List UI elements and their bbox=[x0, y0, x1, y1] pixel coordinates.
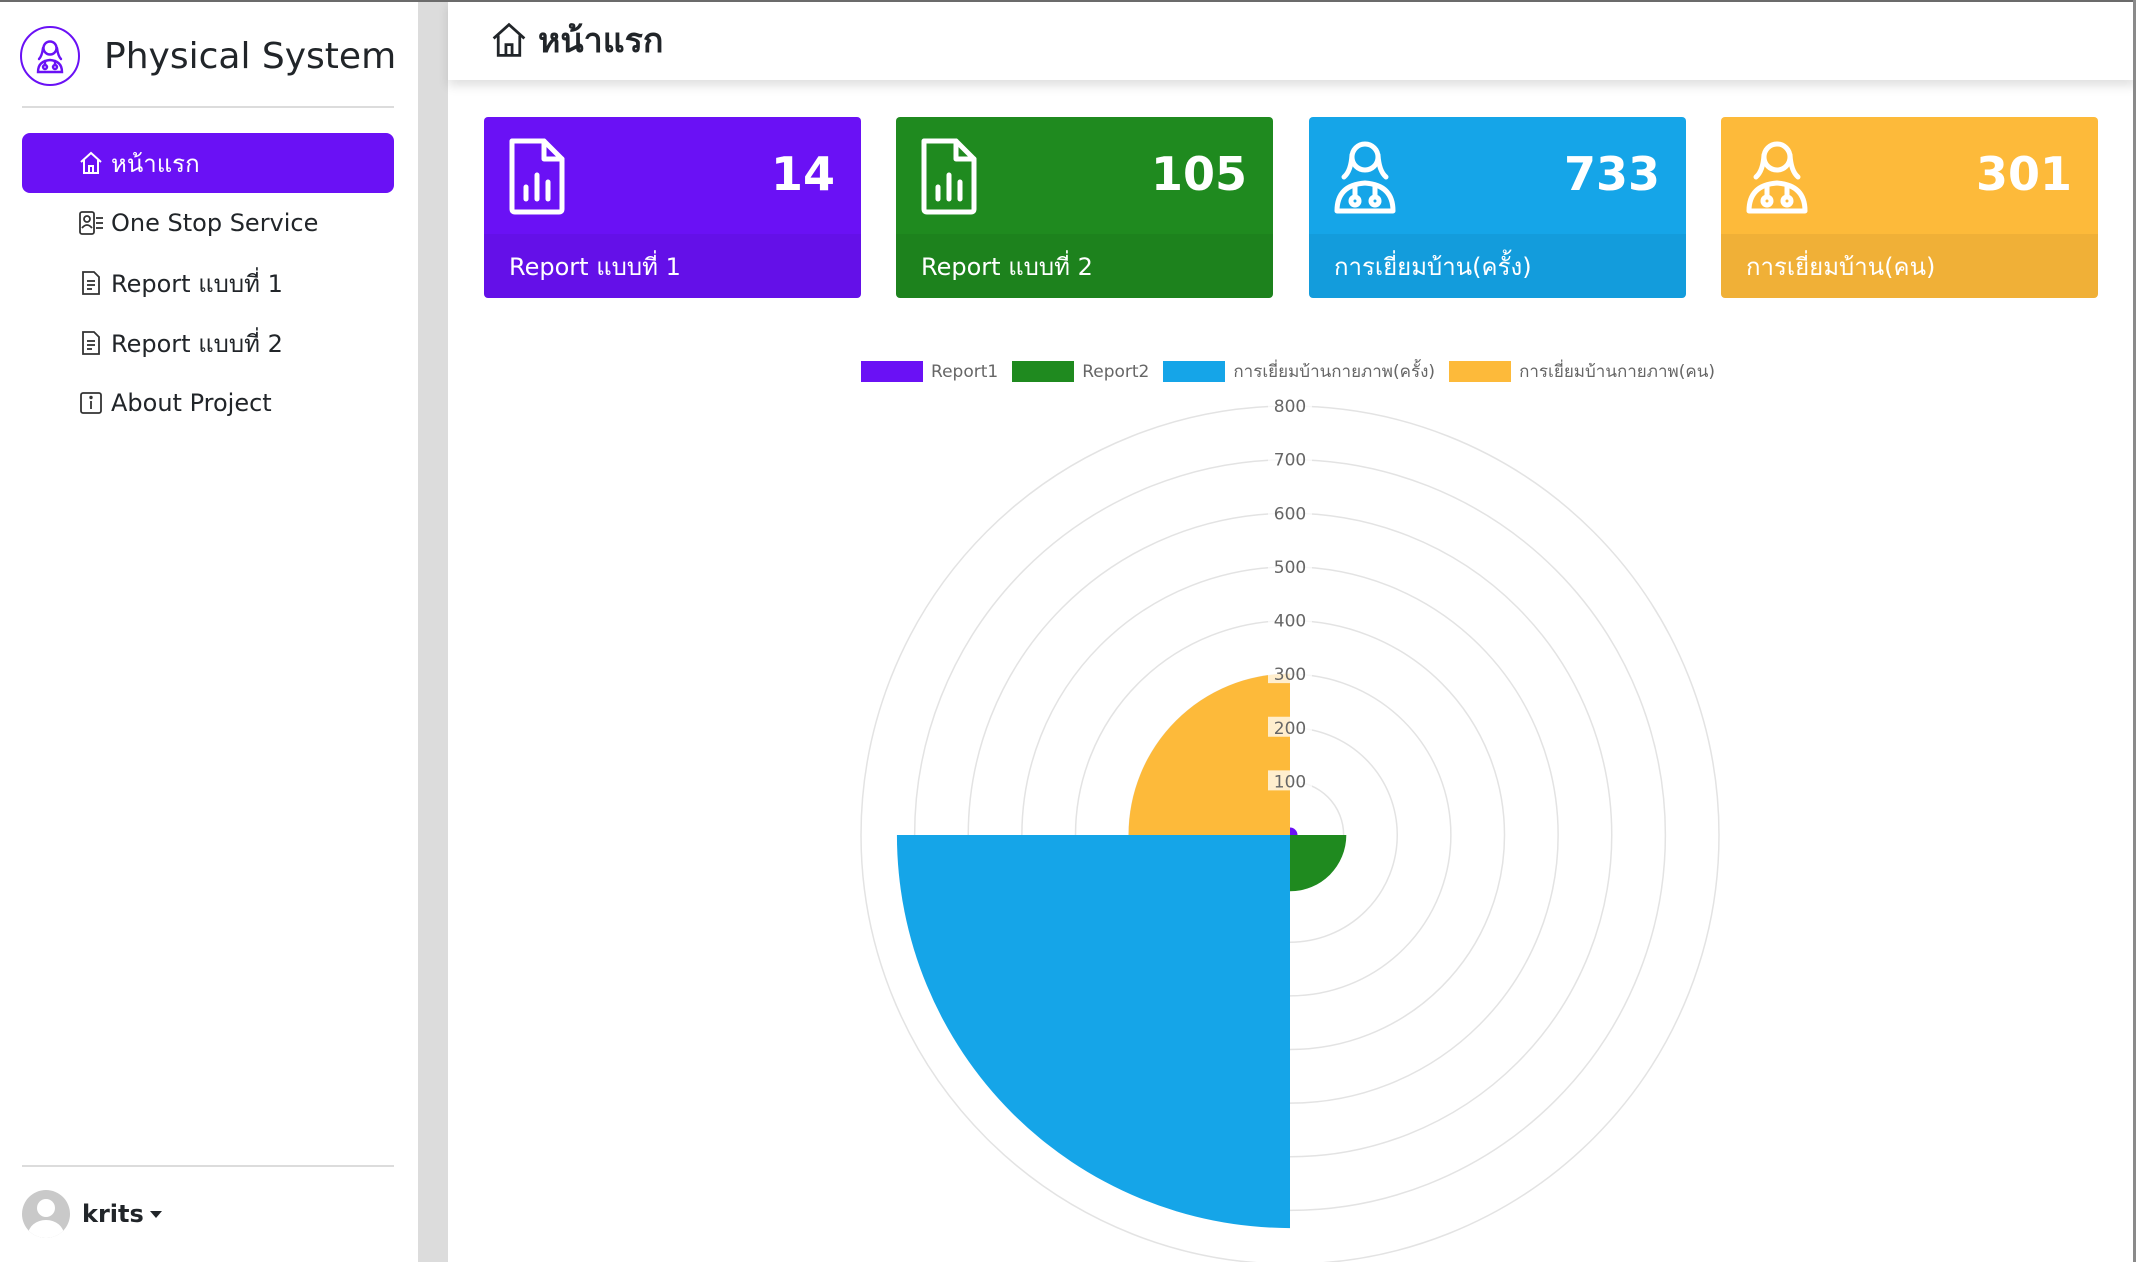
doctor-icon bbox=[1743, 137, 1811, 217]
sidebar-item-label: หน้าแรก bbox=[111, 149, 200, 178]
app-window: Physical System หน้าแรก One Stop Service bbox=[0, 0, 2136, 1262]
sidebar-top-divider bbox=[22, 106, 394, 108]
tick-label: 300 bbox=[1274, 665, 1306, 685]
stat-label: Report แบบที่ 2 bbox=[896, 234, 1273, 298]
legend-swatch bbox=[1012, 361, 1075, 382]
file-bar-chart-icon bbox=[506, 137, 574, 217]
chart-sector[interactable] bbox=[1290, 835, 1347, 892]
brand-title: Physical System bbox=[104, 35, 397, 77]
sidebar-item-label: One Stop Service bbox=[111, 209, 319, 237]
sidebar-item-home[interactable]: หน้าแรก bbox=[22, 133, 394, 193]
tick-label: 100 bbox=[1274, 772, 1306, 792]
file-text-icon bbox=[77, 329, 105, 357]
chart-sector[interactable] bbox=[1290, 827, 1298, 835]
info-square-icon bbox=[77, 389, 105, 417]
caret-down-icon bbox=[149, 1210, 162, 1218]
sidebar-divider bbox=[418, 0, 448, 1262]
sidebar-item-one-stop-service[interactable]: One Stop Service bbox=[22, 193, 394, 253]
page-title: หน้าแรก bbox=[538, 21, 664, 61]
legend-swatch bbox=[1163, 361, 1226, 382]
legend-swatch bbox=[1449, 361, 1512, 382]
stat-label: การเยี่ยมบ้าน(ครั้ง) bbox=[1309, 234, 1686, 298]
tick-label: 800 bbox=[1274, 397, 1306, 417]
sidebar: Physical System หน้าแรก One Stop Service bbox=[0, 0, 418, 1262]
tick-label: 700 bbox=[1274, 451, 1306, 471]
chart-sector[interactable] bbox=[1128, 673, 1290, 835]
file-text-icon bbox=[77, 269, 105, 297]
doctor-icon bbox=[1331, 137, 1399, 217]
user-name: krits bbox=[82, 1200, 144, 1228]
home-icon bbox=[77, 149, 105, 177]
home-icon bbox=[488, 19, 530, 61]
stat-value: 733 bbox=[1563, 147, 1660, 201]
window-top-border bbox=[0, 0, 2136, 2]
stat-card-home-visits-people[interactable]: 301 การเยี่ยมบ้าน(คน) bbox=[1721, 117, 2098, 298]
tick-label: 600 bbox=[1274, 504, 1306, 524]
polar-area-chart: 100 200 300 400 500 600 700 800 bbox=[860, 395, 1720, 1262]
tick-label: 500 bbox=[1274, 558, 1306, 578]
sidebar-item-label: Report แบบที่ 1 bbox=[111, 269, 283, 298]
sidebar-bottom-divider bbox=[22, 1165, 394, 1167]
sidebar-nav: หน้าแรก One Stop Service Report แบบที่ 1… bbox=[22, 133, 394, 433]
sidebar-item-report-1[interactable]: Report แบบที่ 1 bbox=[22, 253, 394, 313]
sidebar-item-label: Report แบบที่ 2 bbox=[111, 329, 283, 358]
brand-logo-icon bbox=[20, 26, 80, 86]
user-menu[interactable]: krits bbox=[22, 1190, 162, 1238]
tick-label: 400 bbox=[1274, 612, 1306, 632]
brand[interactable]: Physical System bbox=[20, 26, 396, 86]
file-bar-chart-icon bbox=[918, 137, 986, 217]
stat-card-report-1[interactable]: 14 Report แบบที่ 1 bbox=[484, 117, 861, 298]
stat-label: Report แบบที่ 1 bbox=[484, 234, 861, 298]
legend-item[interactable]: Report1 bbox=[861, 361, 998, 382]
sidebar-item-label: About Project bbox=[111, 389, 272, 417]
legend-label: Report1 bbox=[931, 361, 999, 382]
stat-value: 105 bbox=[1150, 147, 1247, 201]
page-header: หน้าแรก bbox=[448, 0, 2136, 80]
stat-value: 301 bbox=[1975, 147, 2072, 201]
person-lines-icon bbox=[77, 209, 105, 237]
stat-card-home-visits-count[interactable]: 733 การเยี่ยมบ้าน(ครั้ง) bbox=[1309, 117, 1686, 298]
tick-label: 200 bbox=[1274, 719, 1306, 739]
stat-value: 14 bbox=[770, 147, 835, 201]
avatar bbox=[22, 1190, 70, 1238]
chart-sector[interactable] bbox=[896, 835, 1290, 1229]
stat-label: การเยี่ยมบ้าน(คน) bbox=[1721, 234, 2098, 298]
legend-item[interactable]: Report2 bbox=[1012, 361, 1149, 382]
legend-swatch bbox=[861, 361, 924, 382]
legend-label: Report2 bbox=[1082, 361, 1150, 382]
stat-card-report-2[interactable]: 105 Report แบบที่ 2 bbox=[896, 117, 1273, 298]
